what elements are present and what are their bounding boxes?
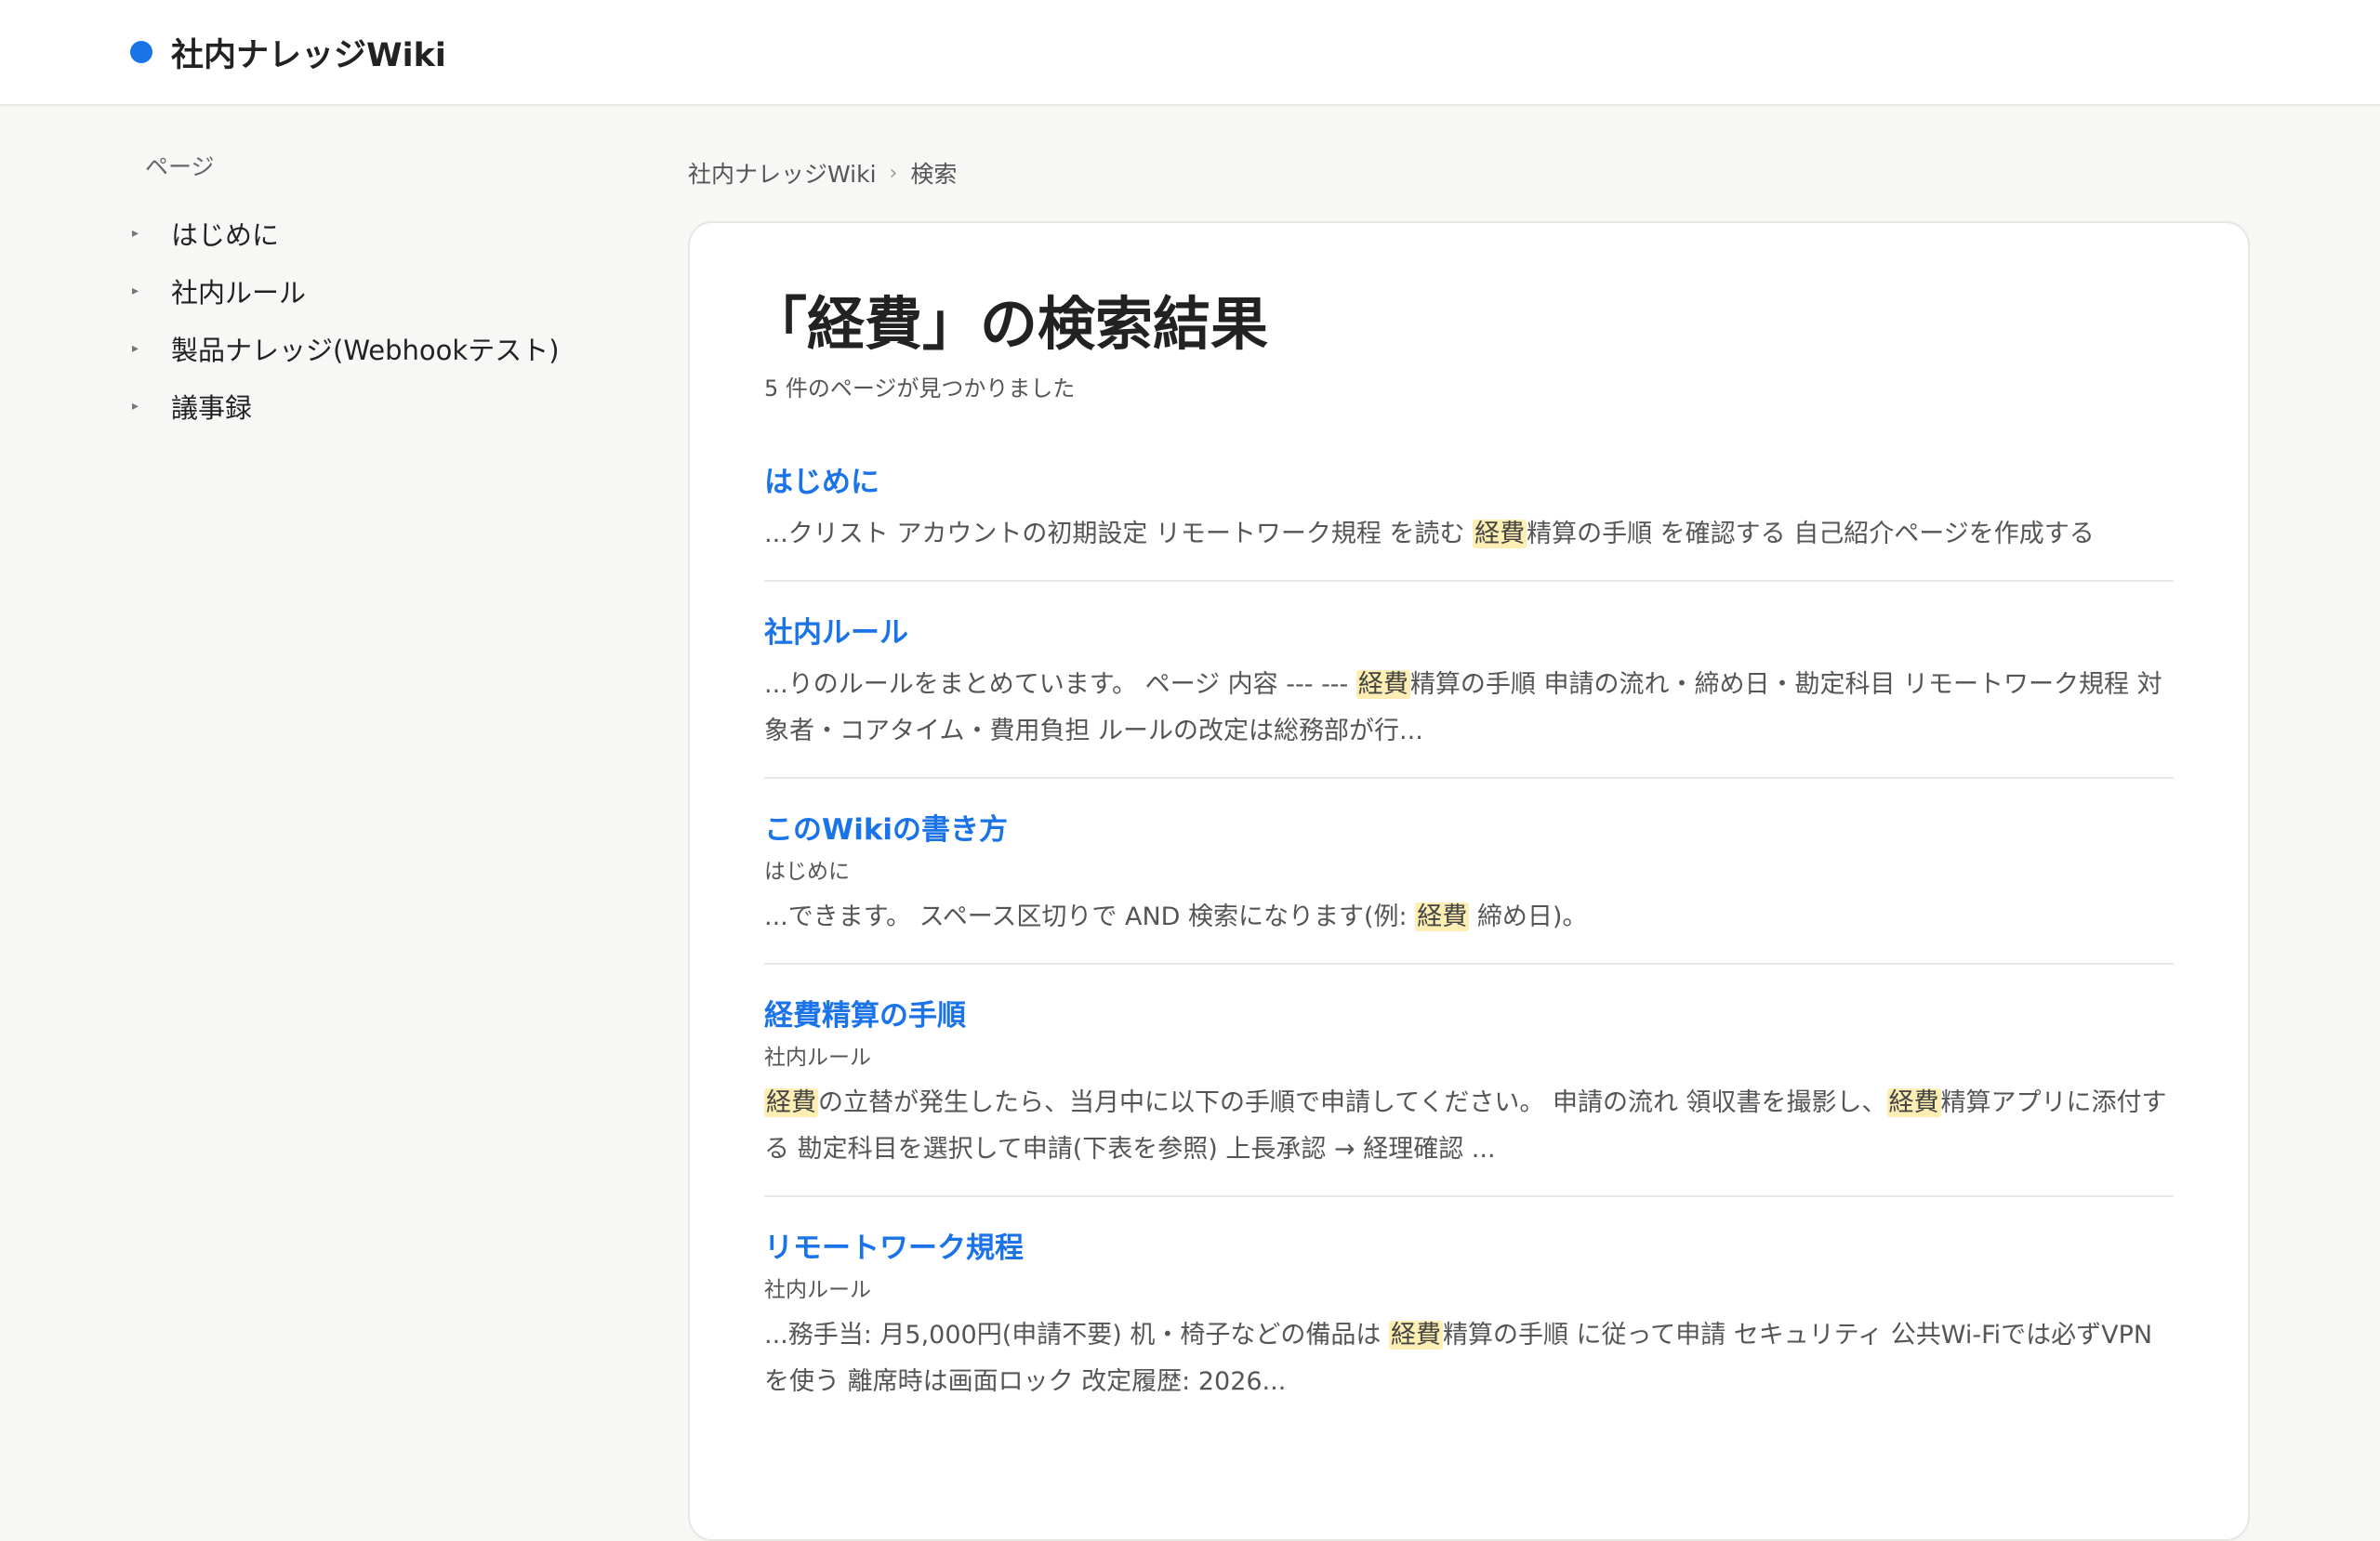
search-result: このWikiの書き方 はじめに ...できます。 スペース区切りで AND 検索…	[764, 807, 2174, 965]
search-result: リモートワーク規程 社内ルール ...務手当: 月5,000円(申請不要) 机・…	[764, 1225, 2174, 1428]
sidebar-item-label: はじめに	[171, 219, 280, 251]
breadcrumb: 社内ナレッジWiki › 検索	[688, 154, 957, 191]
caret-right-icon[interactable]: ▸	[130, 399, 171, 414]
caret-right-icon[interactable]: ▸	[130, 226, 171, 241]
snippet-text: ...クリスト アカウントの初期設定 リモートワーク規程 を読む	[764, 520, 1474, 548]
top-bar: 社内ナレッジWiki	[0, 0, 2380, 106]
keyword-highlight: 経費	[1473, 520, 1527, 548]
snippet-text: ...りのルールをまとめています。 ページ 内容 --- ---	[764, 670, 1356, 699]
keyword-highlight: 経費	[1355, 670, 1410, 699]
result-snippet: ...務手当: 月5,000円(申請不要) 机・椅子などの備品は 経費精算の手順…	[764, 1312, 2174, 1405]
sidebar-item-company-rules[interactable]: ▸ 社内ルール	[130, 262, 614, 320]
result-snippet: ...りのルールをまとめています。 ページ 内容 --- --- 経費精算の手順…	[764, 662, 2174, 755]
result-title-link[interactable]: リモートワーク規程	[764, 1225, 1024, 1271]
search-result: 社内ルール ...りのルールをまとめています。 ページ 内容 --- --- 経…	[764, 610, 2174, 779]
keyword-highlight: 経費	[1388, 1321, 1443, 1350]
sidebar-item-label: 社内ルール	[171, 277, 307, 309]
breadcrumb-root-link[interactable]: 社内ナレッジWiki	[688, 156, 877, 190]
result-snippet: ...クリスト アカウントの初期設定 リモートワーク規程 を読む 経費精算の手順…	[764, 511, 2174, 558]
brand-home-link[interactable]: 社内ナレッジWiki	[130, 29, 446, 76]
keyword-highlight: 経費	[1886, 1088, 1941, 1117]
result-parent-page: はじめに	[764, 860, 850, 884]
result-title-link[interactable]: 社内ルール	[764, 610, 908, 656]
sidebar-item-product-knowledge[interactable]: ▸ 製品ナレッジ(Webhookテスト)	[130, 320, 614, 377]
result-parent-page: 社内ルール	[764, 1278, 871, 1302]
sidebar-item-minutes[interactable]: ▸ 議事録	[130, 377, 614, 435]
search-result: はじめに ...クリスト アカウントの初期設定 リモートワーク規程 を読む 経費…	[764, 459, 2174, 582]
snippet-text: の立替が発生したら、当月中に以下の手順で申請してください。 申請の流れ 領収書を…	[818, 1088, 1887, 1117]
result-title-link[interactable]: 経費精算の手順	[764, 993, 966, 1039]
result-title-link[interactable]: はじめに	[764, 459, 879, 506]
result-parent-page: 社内ルール	[764, 1046, 871, 1070]
brand-dot-icon	[130, 41, 152, 63]
breadcrumb-separator: ›	[889, 161, 898, 185]
snippet-text: 精算の手順 を確認する 自己紹介ページを作成する	[1527, 520, 2095, 548]
result-snippet: 経費の立替が発生したら、当月中に以下の手順で申請してください。 申請の流れ 領収…	[764, 1080, 2174, 1173]
sidebar: ページ ▸ はじめに ▸ 社内ルール ▸ 製品ナレッジ(Webhookテスト) …	[130, 149, 614, 435]
keyword-highlight: 経費	[1415, 902, 1470, 931]
keyword-highlight: 経費	[764, 1088, 818, 1117]
page-title: 「経費」の検索結果	[749, 290, 1269, 358]
result-count: 5 件のページが見つかりました	[764, 375, 1076, 402]
caret-right-icon[interactable]: ▸	[130, 341, 171, 356]
search-result: 経費精算の手順 社内ルール 経費の立替が発生したら、当月中に以下の手順で申請して…	[764, 993, 2174, 1197]
caret-right-icon[interactable]: ▸	[130, 283, 171, 298]
snippet-text: ...できます。 スペース区切りで AND 検索になります(例:	[764, 902, 1416, 931]
result-title-link[interactable]: このWikiの書き方	[764, 807, 1008, 853]
sidebar-item-hajimeni[interactable]: ▸ はじめに	[130, 204, 614, 262]
snippet-text: 締め日)。	[1469, 902, 1588, 931]
sidebar-item-label: 議事録	[171, 392, 253, 424]
app-title: 社内ナレッジWiki	[171, 36, 446, 74]
sidebar-heading: ページ	[145, 153, 215, 180]
search-results-card: 「経費」の検索結果 5 件のページが見つかりました はじめに ...クリスト ア…	[688, 221, 2250, 1541]
sidebar-item-label: 製品ナレッジ(Webhookテスト)	[171, 335, 560, 366]
results-list: はじめに ...クリスト アカウントの初期設定 リモートワーク規程 を読む 経費…	[764, 459, 2174, 1428]
snippet-text: ...務手当: 月5,000円(申請不要) 机・椅子などの備品は	[764, 1321, 1389, 1350]
breadcrumb-current: 検索	[910, 161, 958, 188]
result-snippet: ...できます。 スペース区切りで AND 検索になります(例: 経費 締め日)…	[764, 894, 2174, 941]
